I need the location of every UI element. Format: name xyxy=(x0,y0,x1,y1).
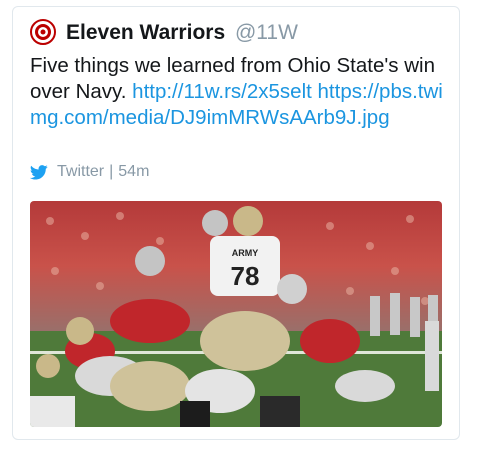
buckeye-logo-icon xyxy=(35,24,51,40)
football-photo-illustration: ARMY 78 xyxy=(30,201,442,427)
tweet-time[interactable]: 54m xyxy=(118,163,149,181)
tweet-source: Twitter | 54m xyxy=(30,163,149,181)
tweet-header: Eleven Warriors @11W xyxy=(66,20,298,46)
jersey-text: ARMY xyxy=(232,248,259,258)
source-separator: | xyxy=(109,163,114,180)
avatar[interactable] xyxy=(30,19,56,45)
author-name[interactable]: Eleven Warriors xyxy=(66,21,225,44)
tweet-card[interactable]: Eleven Warriors @11W Five things we lear… xyxy=(12,6,460,440)
short-link[interactable]: http://11w.rs/2x5selt xyxy=(132,80,312,103)
author-handle[interactable]: @11W xyxy=(235,21,298,44)
tweet-photo[interactable]: ARMY 78 xyxy=(30,201,442,427)
jersey-number: 78 xyxy=(231,261,260,291)
twitter-bird-icon xyxy=(30,164,48,180)
tweet-text: Five things we learned from Ohio State's… xyxy=(30,53,450,131)
source-label[interactable]: Twitter xyxy=(57,163,104,181)
